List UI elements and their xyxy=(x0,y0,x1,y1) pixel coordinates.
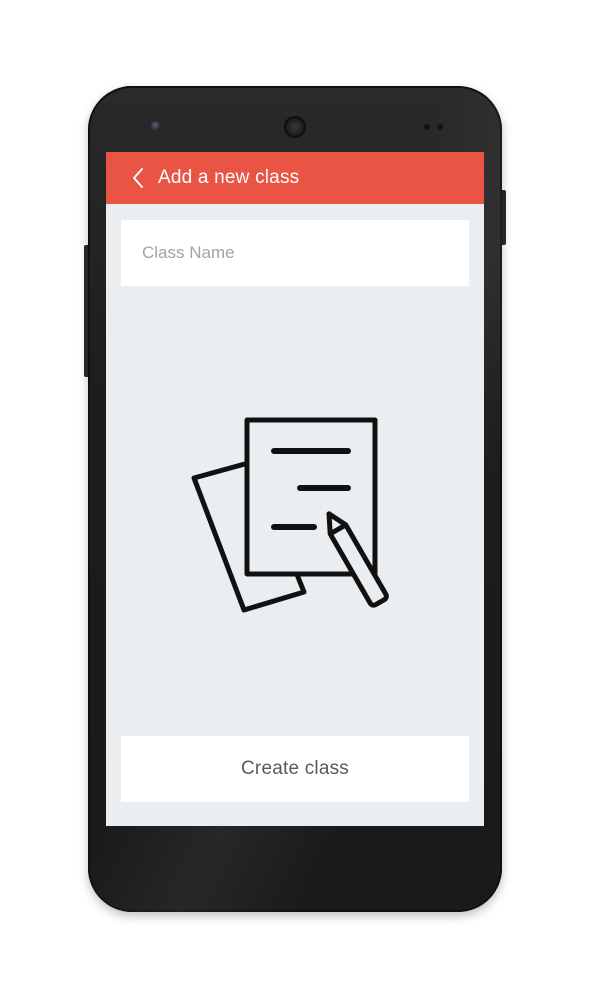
back-button[interactable] xyxy=(118,152,158,204)
class-name-field[interactable] xyxy=(121,220,469,286)
app-screen: Add a new class Create class xyxy=(106,152,484,826)
class-name-input[interactable] xyxy=(142,220,448,286)
documents-with-pencil-icon xyxy=(191,417,389,613)
front-camera xyxy=(151,121,161,131)
page: Add a new class Create class xyxy=(0,0,591,1000)
proximity-sensor xyxy=(424,124,430,130)
page-title: Add a new class xyxy=(158,167,300,188)
earpiece-speaker xyxy=(284,116,306,138)
chevron-left-icon xyxy=(133,168,143,188)
app-bar: Add a new class xyxy=(106,152,484,204)
light-sensor xyxy=(437,124,443,130)
create-class-button[interactable]: Create class xyxy=(121,736,469,802)
